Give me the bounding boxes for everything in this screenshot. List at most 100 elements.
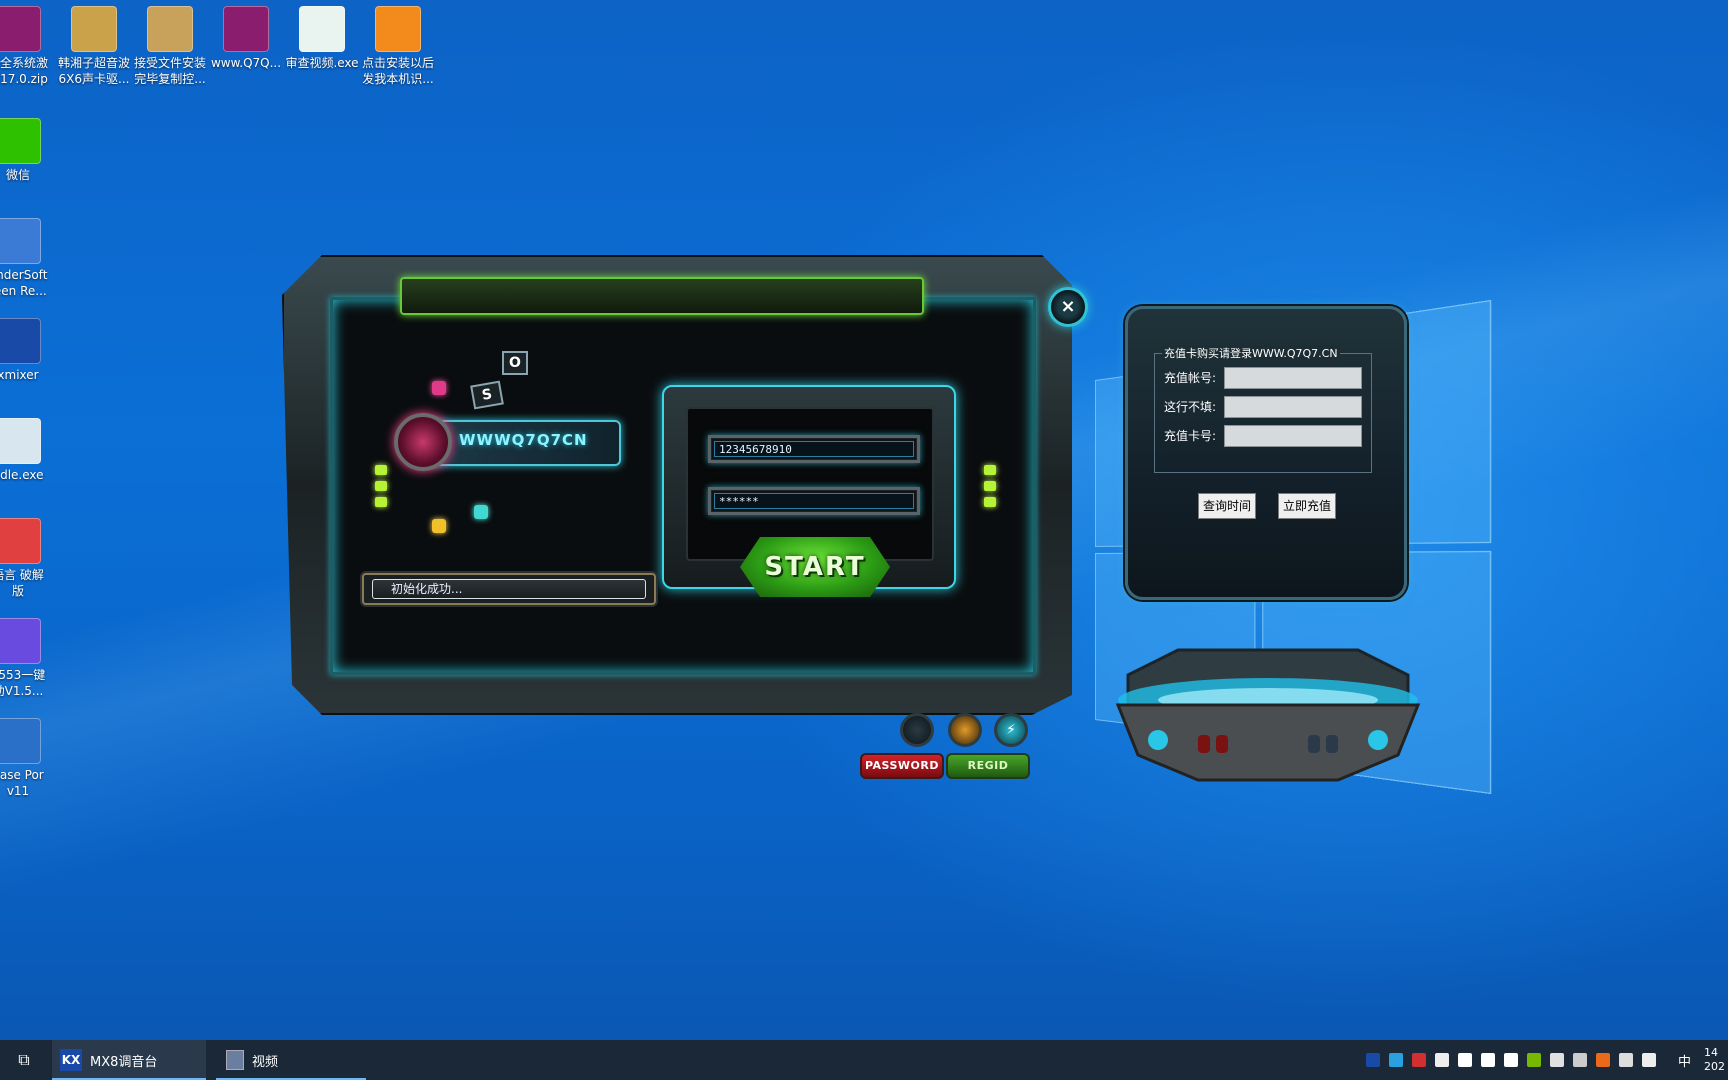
side-light [984,465,996,475]
account-field[interactable]: 12345678910 [708,435,920,463]
driver-shield-icon [0,618,41,664]
e-language-icon [0,518,41,564]
desktop-icon[interactable]: www.Q7Q... [206,6,286,71]
netease-tray-icon[interactable] [1412,1053,1426,1067]
monitor-tray-icon[interactable] [1619,1053,1633,1067]
game-launcher-window[interactable]: × S O WWWQ7Q7CN 12345678910 ****** START… [282,255,1090,785]
taskbar-app-label: MX8调音台 [90,1054,158,1070]
card-number-input[interactable] [1224,425,1362,447]
settings-icon[interactable] [948,713,982,747]
recharge-account-input[interactable] [1224,367,1362,389]
desktop-icon-label: underSoft reen Re... [0,268,48,298]
magnifier-eye-icon [0,418,41,464]
recharge-panel: 充值卡购买请登录WWW.Q7Q7.CN 充值帐号: 这行不填: 充值卡号: 查询… [1125,306,1407,600]
qq-tray-icon[interactable] [1504,1053,1518,1067]
pedestal-decoration [1115,648,1421,782]
clock[interactable]: 14 202 [1704,1040,1728,1080]
o-tile-icon: O [502,351,528,375]
video-tray-icon[interactable] [1389,1053,1403,1067]
close-icon: × [1060,296,1076,317]
desktop-icon[interactable]: 微信 [0,118,58,183]
account-input[interactable]: 12345678910 [714,441,914,457]
winrar-archive-icon [223,6,269,52]
skip-label: 这行不填: [1164,400,1217,414]
lightning-icon[interactable]: ⚡ [994,713,1028,747]
desktop-icon[interactable]: 语言 破解 版 [0,518,58,599]
status-text: 初始化成功... [372,579,646,599]
nvidia-tray-icon[interactable] [1527,1053,1541,1067]
logo-text: WWWQ7Q7CN [459,431,588,449]
taskbar-app-video[interactable]: 视频 [216,1040,366,1080]
recharge-now-button[interactable]: 立即充值 [1278,493,1336,519]
desktop-icon[interactable]: ndle.exe [0,418,58,483]
desktop-icon-label: 3553一键 动V1.5... [0,668,46,698]
desktop-icon[interactable]: underSoft reen Re... [0,218,58,299]
winrar-archive-icon [0,6,41,52]
desktop-icon[interactable]: 风全系统激 活17.0.zip [0,6,58,87]
clock-time: 14 [1704,1046,1718,1059]
desktop-icon-label: ndle.exe [0,468,44,482]
side-light [375,465,387,475]
desktop-icon[interactable]: xmixer [0,318,58,383]
orange-play-icon [375,6,421,52]
recharge-legend: 充值卡购买请登录WWW.Q7Q7.CN [1162,345,1340,361]
desktop-icon[interactable]: 接受文件安装 完毕复制控... [130,6,210,87]
desktop-icon-label: 接受文件安装 完毕复制控... [133,56,206,86]
side-light [984,481,996,491]
desktop-icon[interactable]: 审查视频.exe [282,6,362,71]
task-view-icon[interactable]: ⧉ [12,1040,36,1080]
desktop-icon-label: www.Q7Q... [210,56,282,70]
desktop-icon-label: 微信 [5,168,30,182]
kx-mixer-tray-icon[interactable] [1366,1053,1380,1067]
side-light [375,497,387,507]
ime-indicator[interactable]: 中 [1678,1040,1698,1080]
card-label: 充值卡号: [1164,429,1217,443]
database-window-icon [0,718,41,764]
desktop-icon[interactable]: 韩湘子超音波 6X6声卡驱... [54,6,134,87]
microphone-tray-icon[interactable] [1435,1053,1449,1067]
status-bar: 初始化成功... [362,573,656,605]
desktop-icon-label: 审查视频.exe [285,56,359,70]
regid-button[interactable]: REGID [946,753,1030,779]
account-label: 充值帐号: [1164,371,1217,385]
refresh-icon[interactable] [900,713,934,747]
desktop-icon-label: xmixer [0,368,39,382]
s-tile-icon: S [470,380,504,410]
side-light [375,481,387,491]
taskbar: ⧉ KX MX8调音台 视频 中 14 202 [0,1040,1728,1080]
desktop-icon[interactable]: 点击安装以后 发我本机识... [358,6,438,87]
decor-cube [432,381,446,395]
taskbar-app-label: 视频 [252,1054,279,1070]
password-button[interactable]: PASSWORD [860,753,944,779]
e-language-exe-icon [299,6,345,52]
windows-update-tray-icon[interactable] [1550,1053,1564,1067]
password-field[interactable]: ****** [708,487,920,515]
desktop-icon[interactable]: 3553一键 动V1.5... [0,618,58,699]
network-off-tray-icon[interactable] [1573,1053,1587,1067]
password-input[interactable]: ****** [714,493,914,509]
volume-icon[interactable] [1642,1053,1656,1067]
side-light [984,497,996,507]
skip-field-input[interactable] [1224,396,1362,418]
decor-cube [432,519,446,533]
desktop-icon-label: 韩湘子超音波 6X6声卡驱... [57,56,130,86]
qq-tray-icon[interactable] [1481,1053,1495,1067]
close-button[interactable]: × [1048,287,1088,327]
desktop-icon-label: 风全系统激 活17.0.zip [0,56,48,86]
desktop-icon-label: 点击安装以后 发我本机识... [361,56,434,86]
taskbar-app-mx8[interactable]: KX MX8调音台 [52,1040,206,1080]
kx-mixer-icon [0,318,41,364]
start-button[interactable]: START [740,537,890,597]
launcher-title-bar[interactable] [400,277,924,315]
query-time-button[interactable]: 查询时间 [1198,493,1256,519]
gear-emblem-icon [394,413,452,471]
desktop-icon[interactable]: base Por v11 [0,718,58,799]
login-panel: 12345678910 ****** START [662,385,956,597]
qq-tray-icon[interactable] [1458,1053,1472,1067]
kx-mixer-icon: KX [60,1049,82,1071]
orange-flag-tray-icon[interactable] [1596,1053,1610,1067]
film-icon [226,1050,244,1070]
desktop-icon-label: 语言 破解 版 [0,568,44,598]
package-box-icon [147,6,193,52]
clock-date: 202 [1704,1060,1725,1073]
